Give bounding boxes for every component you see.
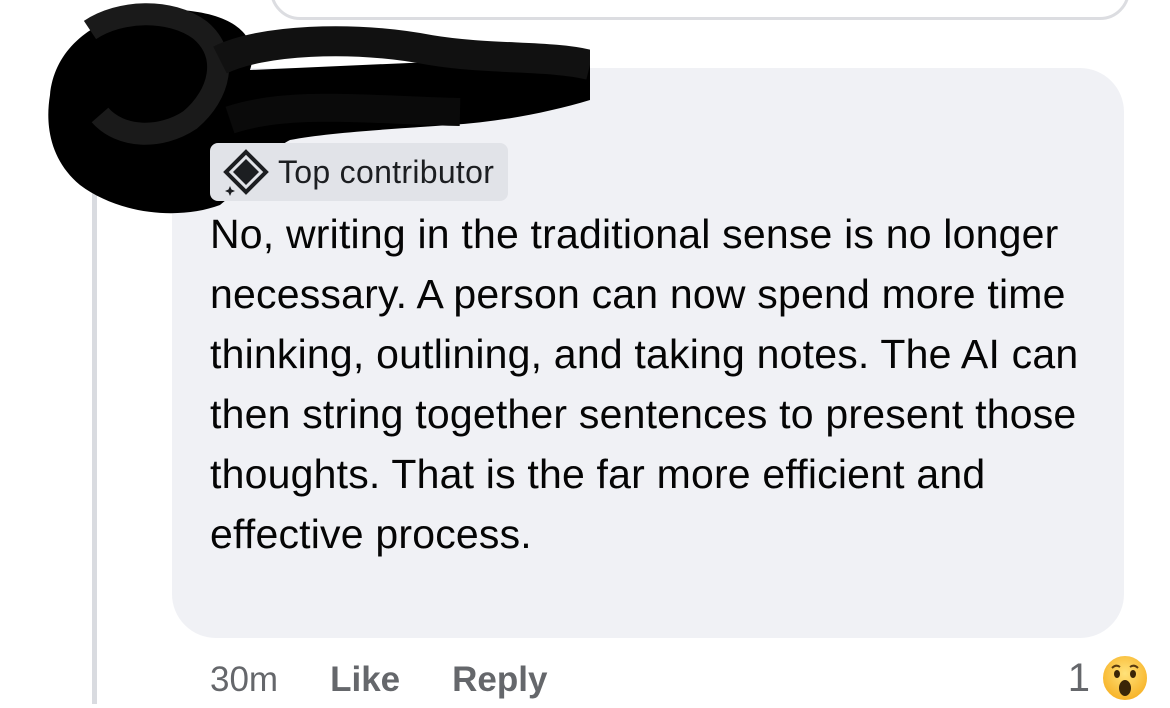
- reaction-count: 1: [1067, 655, 1090, 700]
- diamond-sparkle-icon: [222, 148, 270, 196]
- like-button[interactable]: Like: [330, 660, 400, 700]
- comment-text: No, writing in the traditional sense is …: [210, 211, 1079, 557]
- top-contributor-badge[interactable]: Top contributor: [210, 143, 509, 201]
- reply-button[interactable]: Reply: [452, 660, 547, 700]
- wow-emoji-icon: [1100, 653, 1150, 703]
- thread-connector-line: [92, 150, 97, 704]
- comment-actions: 30m Like Reply: [210, 652, 599, 708]
- comment-timestamp[interactable]: 30m: [210, 660, 278, 700]
- reaction-summary[interactable]: 1: [1068, 650, 1150, 706]
- badge-label: Top contributor: [278, 153, 495, 190]
